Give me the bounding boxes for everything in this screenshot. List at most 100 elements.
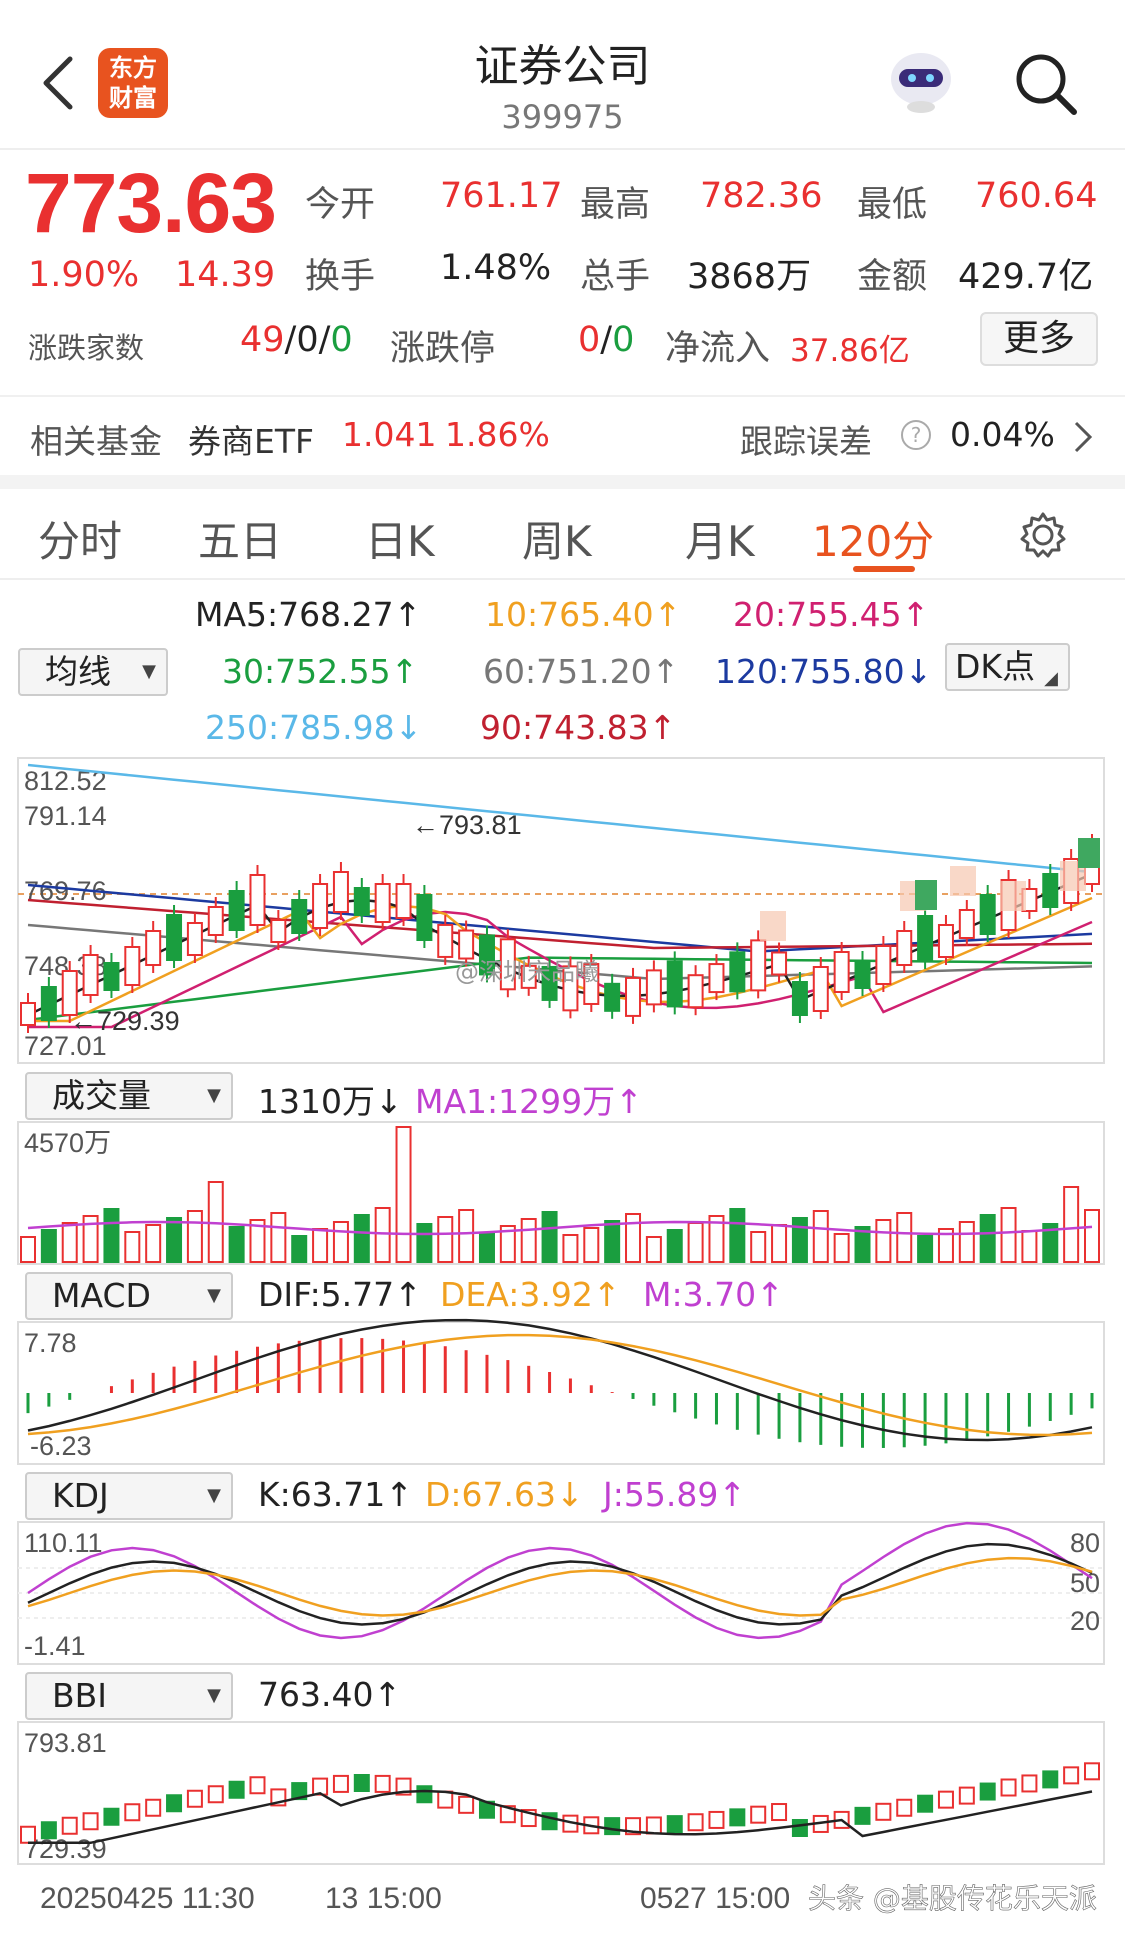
volume-bar xyxy=(1063,1186,1080,1263)
volume-bar xyxy=(958,1221,975,1263)
candle-body xyxy=(687,974,704,1009)
volume-bar xyxy=(478,1232,495,1263)
ma-line-0 xyxy=(27,763,1093,874)
volume-bar xyxy=(812,1210,829,1263)
kdj-bottom-label: -1.41 xyxy=(24,1631,86,1661)
candle-body xyxy=(291,899,308,934)
bbi-candle xyxy=(124,1803,141,1822)
volume-bar xyxy=(875,1219,892,1263)
volume-bar xyxy=(332,1221,349,1263)
volume-bar xyxy=(103,1208,120,1263)
candle-body xyxy=(228,890,245,931)
volume-bar xyxy=(1084,1209,1100,1263)
bbi-candle xyxy=(353,1774,370,1792)
bbi-candle xyxy=(708,1810,725,1829)
volume-bar xyxy=(645,1236,662,1263)
macd-bottom-label: -6.23 xyxy=(30,1431,92,1461)
macd-dif-line xyxy=(27,1318,1093,1442)
xaxis-label-left: 20250425 11:30 xyxy=(40,1882,255,1915)
volume-bar xyxy=(666,1229,683,1263)
candle-body xyxy=(458,929,475,960)
volume-bar xyxy=(228,1226,245,1263)
volume-bar xyxy=(979,1214,996,1263)
bbi-candle xyxy=(1000,1778,1017,1797)
macd-panel-frame xyxy=(17,1321,1105,1465)
volume-bar xyxy=(395,1126,412,1263)
candle-body xyxy=(771,951,788,976)
watermark-text: @深圳宋品曦 xyxy=(455,958,599,986)
candle-body xyxy=(854,960,871,989)
macd-dea-line xyxy=(27,1333,1093,1437)
bbi-candle xyxy=(186,1789,203,1808)
candle-body xyxy=(750,939,767,992)
candle-body xyxy=(395,883,412,919)
bbi-candle xyxy=(1084,1762,1100,1781)
candle-body xyxy=(1042,873,1059,908)
volume-bar xyxy=(541,1211,558,1263)
bbi-bottom-label: 729.39 xyxy=(24,1834,107,1864)
volume-bar xyxy=(270,1212,287,1263)
bbi-candle xyxy=(729,1808,746,1827)
candle-body xyxy=(207,906,224,936)
dk-mark xyxy=(1000,881,1026,911)
candle-body xyxy=(353,887,370,916)
bbi-candle xyxy=(61,1816,78,1835)
bbi-candle xyxy=(249,1776,266,1795)
peak-price-label: ←793.81 xyxy=(412,810,522,840)
candle-body xyxy=(166,914,183,961)
candle-body xyxy=(604,982,621,1012)
bbi-candle xyxy=(82,1812,99,1831)
volume-bar xyxy=(166,1217,183,1263)
bbi-candle xyxy=(1042,1770,1059,1789)
volume-bar xyxy=(416,1223,433,1263)
bbi-candle xyxy=(1063,1766,1080,1785)
volume-bars xyxy=(20,1126,1100,1263)
candle-body xyxy=(875,945,892,985)
candle-body xyxy=(20,1002,36,1026)
macd-top-label: 7.78 xyxy=(24,1328,77,1358)
xaxis-label-right: 0527 15:00 xyxy=(640,1882,790,1915)
bbi-candle xyxy=(645,1816,662,1835)
kdj-line-1 xyxy=(27,1542,1093,1626)
bbi-candles xyxy=(20,1762,1100,1845)
volume-bar xyxy=(374,1207,391,1263)
dk-mark xyxy=(950,866,976,896)
volume-bar xyxy=(583,1227,600,1263)
volume-bar xyxy=(61,1222,78,1263)
candle-body xyxy=(416,894,433,941)
dk-signal-marker xyxy=(915,880,937,910)
kdj-line-0 xyxy=(27,1521,1093,1640)
bbi-candle xyxy=(374,1774,391,1793)
dk-mark xyxy=(760,911,786,941)
volume-bar xyxy=(687,1222,704,1263)
bbi-candle xyxy=(103,1807,120,1826)
kline-ylabel: 791.14 xyxy=(24,801,107,831)
bbi-candle xyxy=(416,1785,433,1804)
candle-body xyxy=(625,976,642,1017)
candle-body xyxy=(145,930,162,966)
volume-bar xyxy=(750,1231,767,1263)
volume-bar xyxy=(437,1216,454,1263)
dk-signal-marker xyxy=(1078,838,1100,868)
candle-body xyxy=(937,924,954,958)
kdj-20-label: 20 xyxy=(1070,1606,1100,1636)
candle-body xyxy=(437,923,454,958)
bbi-candle xyxy=(604,1817,621,1836)
volume-bar xyxy=(562,1234,579,1263)
bbi-candle xyxy=(20,1825,36,1844)
kline-chart-canvas[interactable]: 812.52 791.14 769.76 748.38 727.01 ←793.… xyxy=(0,0,1125,1942)
volume-bar xyxy=(20,1236,36,1263)
volume-bar xyxy=(145,1224,162,1263)
bbi-candle xyxy=(228,1780,245,1799)
bbi-candle xyxy=(166,1794,183,1813)
candle-body xyxy=(124,946,141,986)
volume-bar xyxy=(520,1218,537,1263)
candle-body xyxy=(103,962,120,991)
candle-body xyxy=(708,963,725,994)
volume-bar xyxy=(40,1229,57,1263)
kdj-80-label: 80 xyxy=(1070,1528,1100,1558)
candle-body xyxy=(812,966,829,1012)
bbi-candle xyxy=(1021,1774,1038,1793)
volume-bar xyxy=(896,1212,913,1263)
bbi-candle xyxy=(854,1806,871,1825)
